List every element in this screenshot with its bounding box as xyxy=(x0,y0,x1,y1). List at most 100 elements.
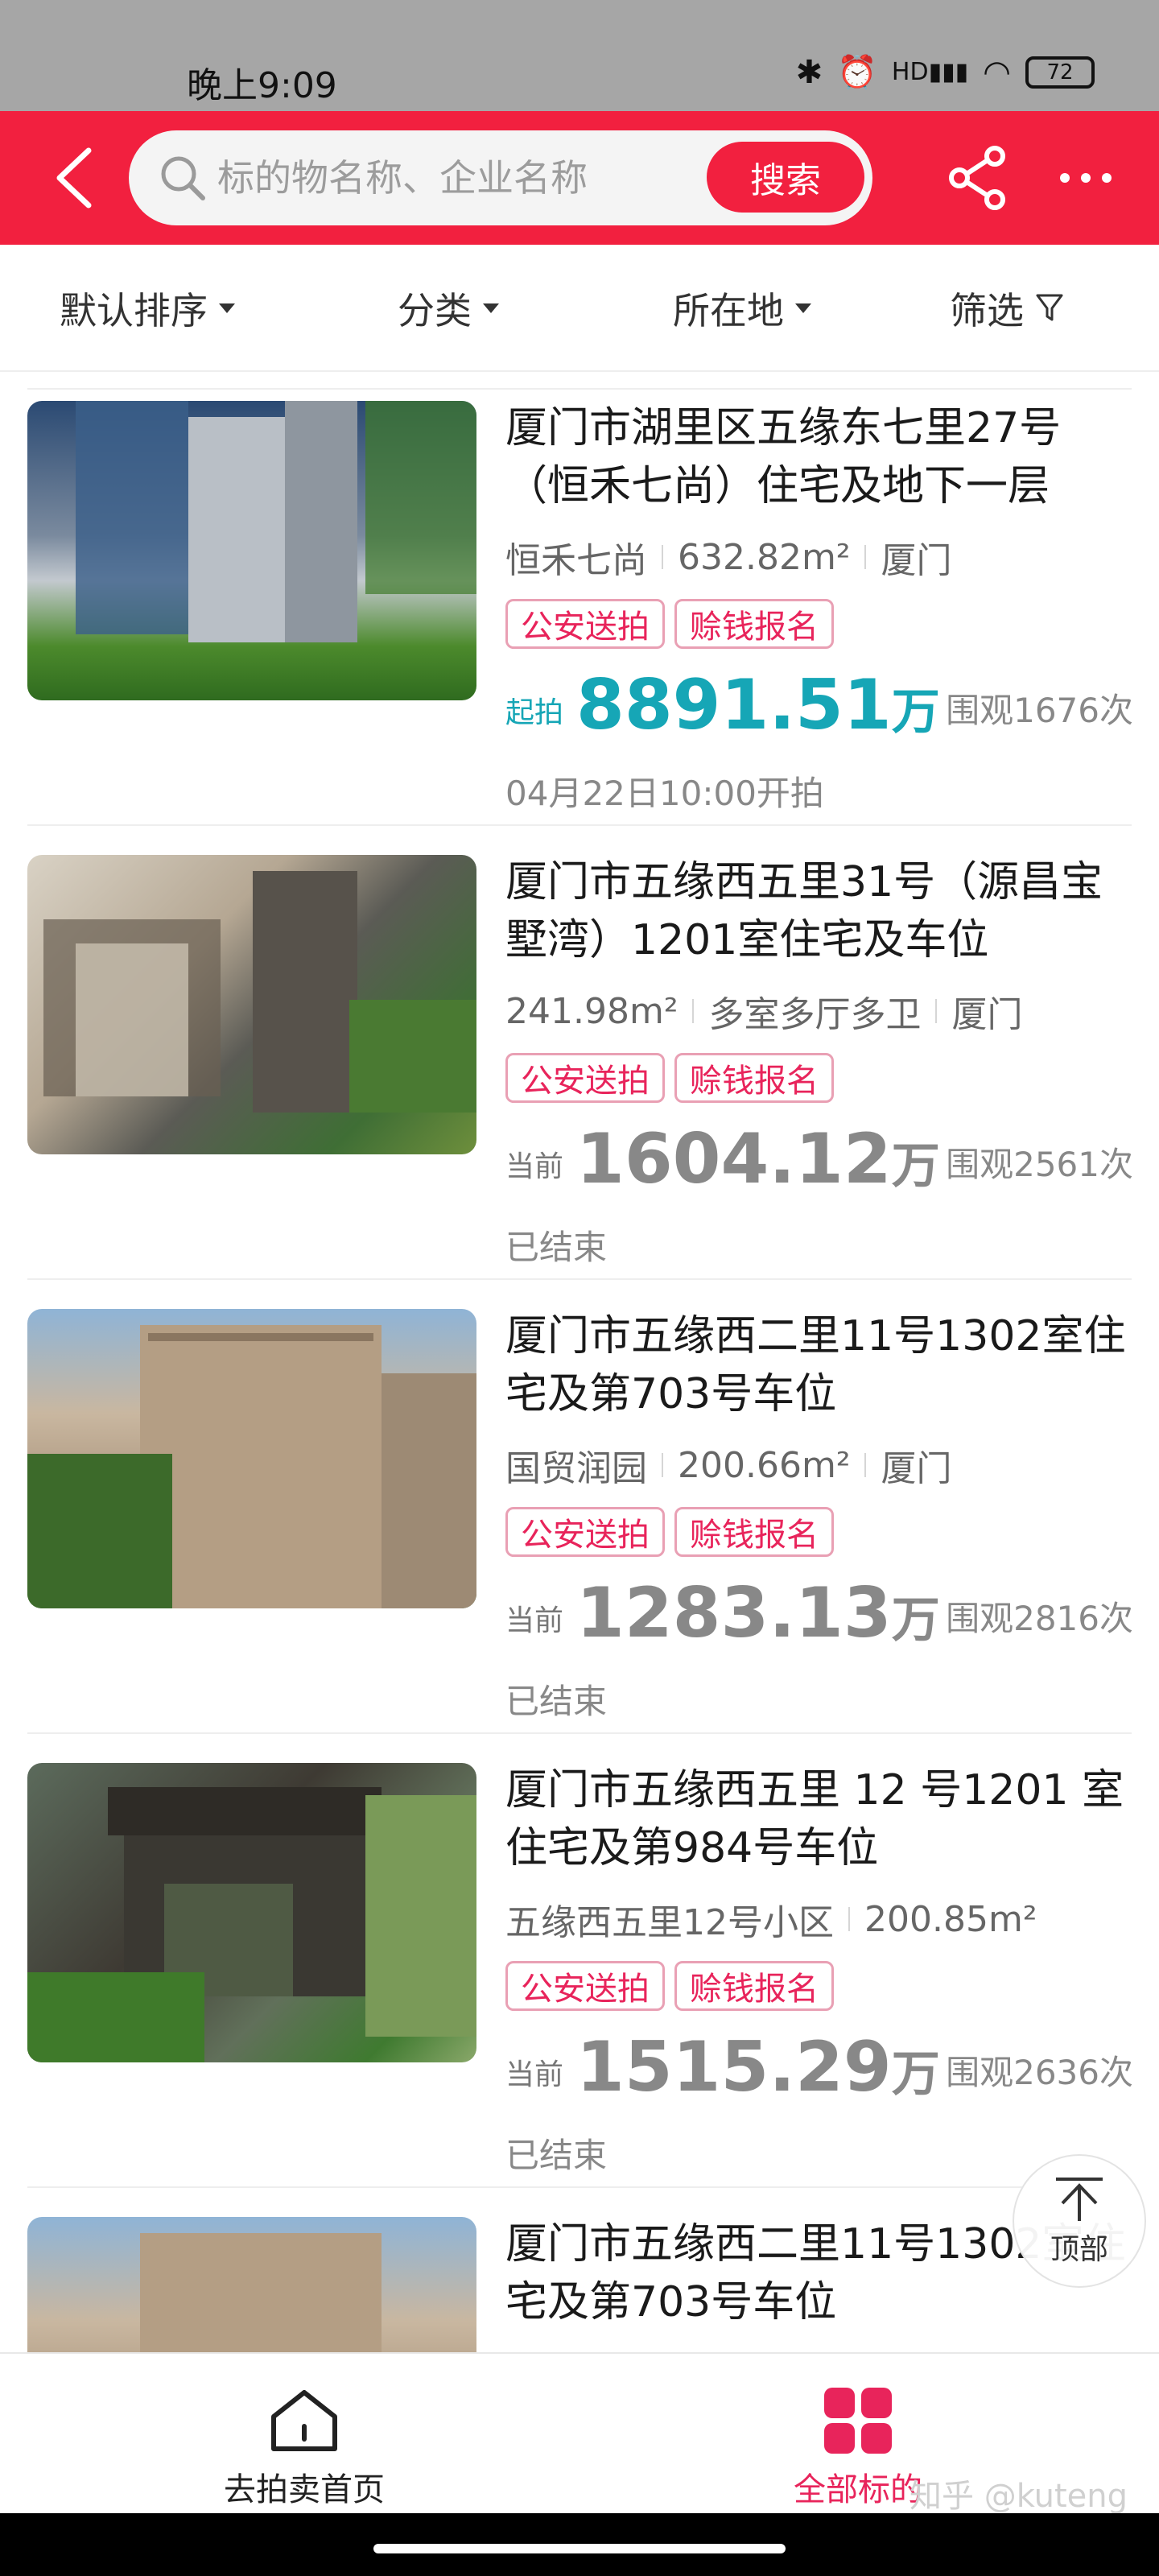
item-community: 恒禾七尚 xyxy=(505,540,647,581)
price-value: 1283.13万 xyxy=(576,1573,940,1653)
item-meta: 五缘西五里12号小区 200.85m² xyxy=(505,1893,1141,1945)
search-icon xyxy=(161,156,205,200)
search-box[interactable]: 搜索 xyxy=(129,130,872,225)
search-button[interactable]: 搜索 xyxy=(707,142,864,213)
tag-badge: 赊钱报名 xyxy=(674,1961,834,2011)
divider xyxy=(662,1453,663,1477)
item-meta: 国贸润园 200.66m² 厦门 xyxy=(505,1439,1141,1491)
caret-down-icon xyxy=(483,303,499,313)
battery-icon: 72 xyxy=(1025,56,1095,89)
location-filter[interactable]: 所在地 xyxy=(673,280,811,336)
tag-badge: 公安送拍 xyxy=(505,599,665,649)
caret-down-icon xyxy=(795,303,811,313)
bluetooth-icon: ✱ xyxy=(795,53,823,91)
property-photo xyxy=(27,1309,476,1608)
price-prefix: 当前 xyxy=(505,1150,564,1183)
item-area: 632.82m² xyxy=(678,536,851,578)
home-gesture-handle[interactable] xyxy=(373,2544,786,2553)
nav-all-items-label: 全部标的 xyxy=(794,2471,922,2508)
wifi-icon: ◠ xyxy=(983,53,1011,91)
divider xyxy=(935,999,938,1023)
divider xyxy=(864,545,867,569)
nav-auction-home-label: 去拍卖首页 xyxy=(224,2471,385,2508)
item-tags: 公安送拍 赊钱报名 xyxy=(505,1961,834,2011)
funnel-icon xyxy=(1036,294,1063,321)
item-area: 241.98m² xyxy=(505,990,678,1032)
more-dot-icon xyxy=(1102,173,1112,183)
list-item[interactable]: 厦门市湖里区五缘东七里27号（恒禾七尚）住宅及地下一层 恒禾七尚 632.82m… xyxy=(0,372,1159,826)
price-number: 1515.29 xyxy=(576,2027,892,2107)
header-bar: 搜索 xyxy=(0,111,1159,245)
price-row: 当前 1283.13万 围观2816次 xyxy=(505,1570,1133,1658)
hd-signal-icon: HD▮▮▮ xyxy=(891,58,969,86)
tag-badge: 公安送拍 xyxy=(505,1961,665,2011)
item-title[interactable]: 厦门市五缘西五里 12 号1201 室住宅及第984号车位 xyxy=(505,1761,1133,1877)
share-icon xyxy=(949,146,1005,210)
bottom-nav: 去拍卖首页 全部标的 知乎 @kuteng xyxy=(0,2352,1159,2515)
view-count: 围观2816次 xyxy=(946,1599,1133,1638)
item-meta: 恒禾七尚 632.82m² 厦门 xyxy=(505,531,1141,583)
item-tags: 公安送拍 赊钱报名 xyxy=(505,599,834,649)
view-count: 围观2561次 xyxy=(946,1145,1133,1184)
price-value: 1604.12万 xyxy=(576,1119,940,1199)
price-value: 8891.51万 xyxy=(576,665,940,745)
screen-filter-label: 筛选 xyxy=(950,289,1024,332)
item-community: 五缘西五里12号小区 xyxy=(505,1902,834,1943)
divider xyxy=(864,1453,867,1477)
item-title[interactable]: 厦门市五缘西二里11号1302室住宅及第703号车位 xyxy=(505,1307,1133,1423)
status-time: 晚上9:09 xyxy=(187,65,337,106)
divider xyxy=(692,999,695,1023)
list-item[interactable]: 厦门市五缘西二里11号1302室住宅及第703号车位 xyxy=(0,2188,1159,2352)
price-prefix: 起拍 xyxy=(505,696,564,729)
item-area: 200.66m² xyxy=(678,1444,851,1486)
back-to-top-button[interactable]: 顶部 xyxy=(1013,2154,1146,2288)
tag-badge: 公安送拍 xyxy=(505,1507,665,1557)
price-number: 1283.13 xyxy=(576,1573,892,1653)
property-photo xyxy=(27,855,476,1154)
auction-status: 已结束 xyxy=(505,1682,608,1721)
price-value: 1515.29万 xyxy=(576,2027,940,2107)
list-item[interactable]: 厦门市五缘西五里31号（源昌宝墅湾）1201室住宅及车位 241.98m² 多室… xyxy=(0,826,1159,1280)
item-layout: 多室多厅多卫 xyxy=(708,994,922,1035)
home-icon xyxy=(271,2390,337,2451)
property-photo xyxy=(27,1763,476,2062)
status-bar: 晚上9:09 ✱ ⏰ HD▮▮▮ ◠ 72 xyxy=(0,0,1159,111)
auction-list: 厦门市湖里区五缘东七里27号（恒禾七尚）住宅及地下一层 恒禾七尚 632.82m… xyxy=(0,372,1159,2352)
auction-status: 已结束 xyxy=(505,2136,608,2175)
status-icons: ✱ ⏰ HD▮▮▮ ◠ 72 xyxy=(796,53,1095,91)
item-title[interactable]: 厦门市五缘西五里31号（源昌宝墅湾）1201室住宅及车位 xyxy=(505,853,1133,969)
sort-filter[interactable]: 默认排序 xyxy=(60,280,235,336)
auction-status: 04月22日10:00开拍 xyxy=(505,774,824,813)
price-unit: 万 xyxy=(891,2046,940,2103)
tag-badge: 赊钱报名 xyxy=(674,1507,834,1557)
list-item[interactable]: 厦门市五缘西二里11号1302室住宅及第703号车位 国贸润园 200.66m²… xyxy=(0,1280,1159,1734)
item-title[interactable]: 厦门市湖里区五缘东七里27号（恒禾七尚）住宅及地下一层 xyxy=(505,399,1133,515)
category-filter[interactable]: 分类 xyxy=(398,280,499,336)
item-city: 厦门 xyxy=(951,994,1023,1035)
list-item[interactable]: 厦门市五缘西五里 12 号1201 室住宅及第984号车位 五缘西五里12号小区… xyxy=(0,1734,1159,2188)
alarm-icon: ⏰ xyxy=(837,54,877,91)
price-unit: 万 xyxy=(891,684,940,741)
search-input[interactable] xyxy=(217,148,732,208)
gesture-bar xyxy=(0,2513,1159,2576)
watermark: 知乎 @kuteng xyxy=(909,2478,1128,2515)
price-unit: 万 xyxy=(891,1592,940,1649)
arrow-up-icon xyxy=(1056,2178,1103,2221)
price-number: 1604.12 xyxy=(576,1119,892,1199)
more-options-button[interactable] xyxy=(1051,143,1120,213)
view-count: 围观1676次 xyxy=(946,691,1133,730)
share-button[interactable] xyxy=(943,143,1013,213)
price-unit: 万 xyxy=(891,1138,940,1195)
view-count: 围观2636次 xyxy=(946,2053,1133,2092)
screen-filter[interactable]: 筛选 xyxy=(950,280,1064,336)
item-tags: 公安送拍 赊钱报名 xyxy=(505,1507,834,1557)
back-button[interactable] xyxy=(42,140,106,216)
divider xyxy=(662,545,663,569)
nav-auction-home[interactable]: 去拍卖首页 xyxy=(184,2386,425,2510)
item-area: 200.85m² xyxy=(864,1898,1037,1940)
location-filter-label: 所在地 xyxy=(673,289,784,332)
price-row: 当前 1604.12万 围观2561次 xyxy=(505,1116,1133,1204)
caret-down-icon xyxy=(219,303,235,313)
back-to-top-label: 顶部 xyxy=(1050,2233,1108,2266)
price-row: 起拍 8891.51万 围观1676次 xyxy=(505,662,1133,750)
